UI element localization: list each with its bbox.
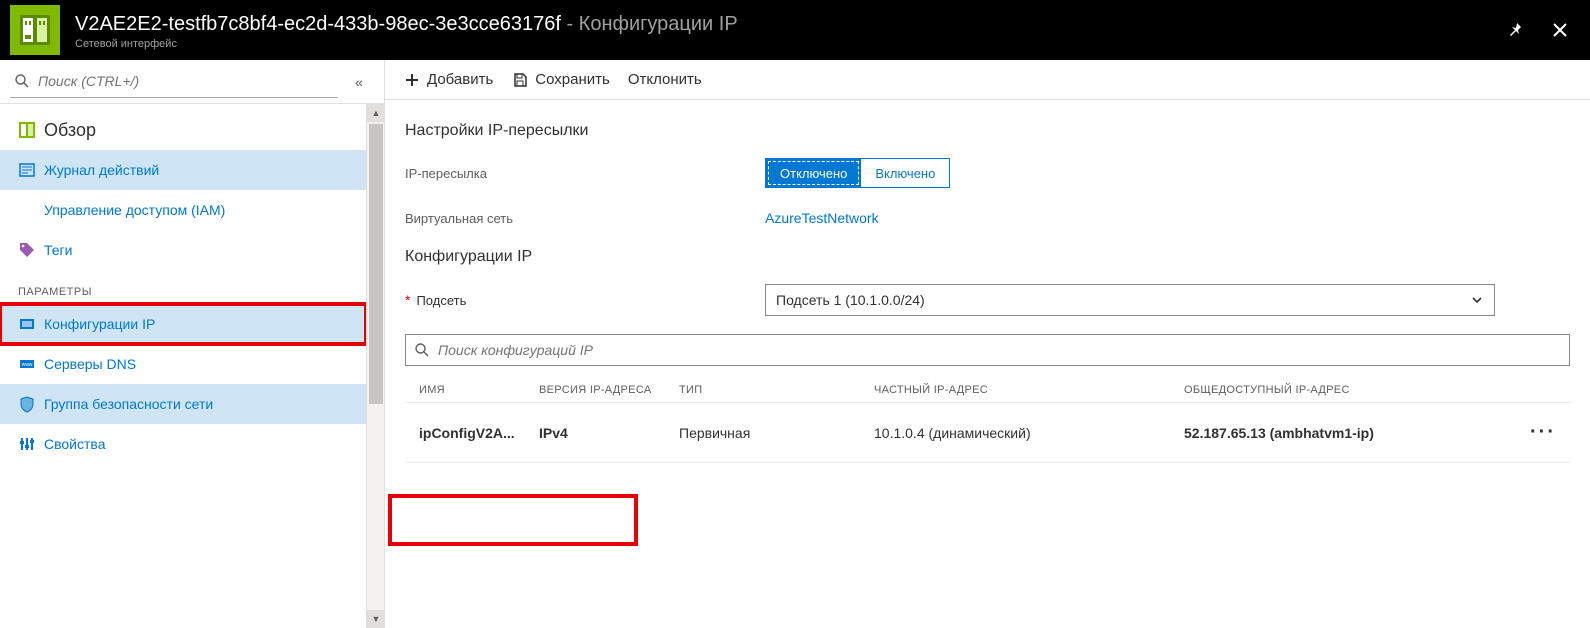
nav-label: Теги: [44, 242, 72, 258]
sidebar-search[interactable]: [10, 66, 338, 98]
header-title-wrap: V2AE2E2-testfb7c8bf4-ec2d-433b-98ec-3e3c…: [75, 11, 1501, 50]
ipconfig-filter[interactable]: [405, 334, 1570, 366]
nav-label: Конфигурации IP: [44, 316, 155, 332]
sidebar-item-tags[interactable]: Теги: [0, 230, 366, 270]
subnet-select[interactable]: Подсеть 1 (10.1.0.0/24): [765, 284, 1495, 316]
scroll-down-button[interactable]: ▼: [367, 610, 384, 628]
sidebar-nav: Обзор Журнал действий Управление доступо…: [0, 104, 384, 464]
sidebar-item-overview[interactable]: Обзор: [0, 110, 366, 150]
highlight-row: [388, 494, 638, 546]
activity-log-icon: [18, 161, 44, 179]
tags-icon: [18, 241, 44, 259]
col-type: ТИП: [679, 384, 874, 396]
btn-label: Отклонить: [628, 71, 702, 88]
overview-icon: [18, 121, 44, 139]
search-icon: [14, 73, 38, 89]
scroll-thumb[interactable]: [369, 124, 383, 404]
toggle-off[interactable]: Отключено: [766, 159, 861, 187]
content-pane: Добавить Сохранить Отклонить Настройки I…: [385, 60, 1590, 628]
resource-type: Сетевой интерфейс: [75, 38, 1501, 50]
virtual-network-link[interactable]: AzureTestNetwork: [765, 210, 879, 226]
sidebar-group-settings: ПАРАМЕТРЫ: [0, 270, 366, 304]
sidebar-search-row: «: [0, 60, 384, 104]
nav-label: Журнал действий: [44, 162, 159, 178]
required-asterisk: *: [405, 292, 410, 308]
save-button[interactable]: Сохранить: [505, 62, 616, 98]
discard-button[interactable]: Отклонить: [622, 62, 708, 98]
ip-configurations-title: Конфигурации IP: [405, 248, 1570, 266]
virtual-network-label: Виртуальная сеть: [405, 211, 765, 226]
resource-icon: [10, 5, 60, 55]
chevron-down-icon: [1470, 293, 1484, 307]
col-actions: [1516, 384, 1556, 396]
sidebar-search-input[interactable]: [38, 73, 334, 89]
search-icon: [414, 342, 430, 358]
pin-button[interactable]: [1501, 15, 1531, 45]
row-actions-button[interactable]: ···: [1530, 421, 1556, 443]
close-button[interactable]: [1545, 15, 1575, 45]
col-version: ВЕРСИЯ IP-АДРЕСА: [539, 384, 679, 396]
header-actions: [1501, 15, 1575, 45]
add-button[interactable]: Добавить: [397, 62, 499, 98]
cell-version: IPv4: [539, 425, 679, 441]
btn-label: Сохранить: [535, 71, 610, 88]
nav-label: Серверы DNS: [44, 356, 136, 372]
ipconfig-filter-input[interactable]: [438, 342, 1561, 358]
save-icon: [511, 72, 529, 88]
nav-label: Свойства: [44, 436, 105, 452]
subnet-label: *Подсеть: [405, 292, 765, 308]
scroll-up-button[interactable]: ▲: [367, 104, 384, 122]
sidebar-item-activity-log[interactable]: Журнал действий: [0, 150, 366, 190]
btn-label: Добавить: [427, 71, 493, 88]
sidebar-scrollbar[interactable]: ▲ ▼: [366, 104, 384, 628]
ip-forwarding-label: IP-пересылка: [405, 166, 765, 181]
toggle-on[interactable]: Включено: [861, 159, 949, 187]
sidebar-item-properties[interactable]: Свойства: [0, 424, 366, 464]
ip-forwarding-toggle[interactable]: Отключено Включено: [765, 158, 950, 188]
col-name: ИМЯ: [419, 384, 539, 396]
nsg-icon: [18, 395, 44, 413]
sidebar-item-iam[interactable]: Управление доступом (IAM): [0, 190, 366, 230]
grid-header: ИМЯ ВЕРСИЯ IP-АДРЕСА ТИП ЧАСТНЫЙ IP-АДРЕ…: [405, 378, 1570, 402]
ipconfig-grid: ИМЯ ВЕРСИЯ IP-АДРЕСА ТИП ЧАСТНЫЙ IP-АДРЕ…: [405, 378, 1570, 463]
cell-type: Первичная: [679, 425, 874, 441]
blade-header: V2AE2E2-testfb7c8bf4-ec2d-433b-98ec-3e3c…: [0, 0, 1590, 60]
svg-text:www: www: [22, 362, 33, 368]
nav-label: Обзор: [44, 120, 96, 141]
col-private-ip: ЧАСТНЫЙ IP-АДРЕС: [874, 384, 1184, 396]
sidebar-item-nsg[interactable]: Группа безопасности сети: [0, 384, 366, 424]
blade-subtitle-suffix: - Конфигурации IP: [561, 13, 738, 35]
blade-title: V2AE2E2-testfb7c8bf4-ec2d-433b-98ec-3e3c…: [75, 13, 1501, 36]
subnet-value: Подсеть 1 (10.1.0.0/24): [776, 292, 925, 308]
col-public-ip: ОБЩЕДОСТУПНЫЙ IP-АДРЕС: [1184, 384, 1516, 396]
properties-icon: [18, 435, 44, 453]
cell-public-ip: 52.187.65.13 (ambhatvm1-ip): [1184, 425, 1516, 441]
cell-private-ip: 10.1.0.4 (динамический): [874, 425, 1184, 441]
resource-name: V2AE2E2-testfb7c8bf4-ec2d-433b-98ec-3e3c…: [75, 13, 561, 35]
dns-icon: www: [18, 355, 44, 373]
sidebar: « ▲ ▼ Обзор Журнал действий: [0, 60, 385, 628]
toolbar: Добавить Сохранить Отклонить: [385, 60, 1590, 100]
ipconfig-row[interactable]: ipConfigV2A... IPv4 Первичная 10.1.0.4 (…: [405, 402, 1570, 463]
plus-icon: [403, 72, 421, 88]
ip-forwarding-title: Настройки IP-пересылки: [405, 122, 1570, 140]
collapse-sidebar-button[interactable]: «: [344, 67, 374, 97]
cell-name: ipConfigV2A...: [419, 425, 539, 441]
sidebar-item-ip-configurations[interactable]: Конфигурации IP: [0, 304, 366, 344]
nav-label: Управление доступом (IAM): [44, 202, 225, 218]
sidebar-item-dns[interactable]: www Серверы DNS: [0, 344, 366, 384]
ipcfg-icon: [18, 315, 44, 333]
nav-label: Группа безопасности сети: [44, 396, 213, 412]
